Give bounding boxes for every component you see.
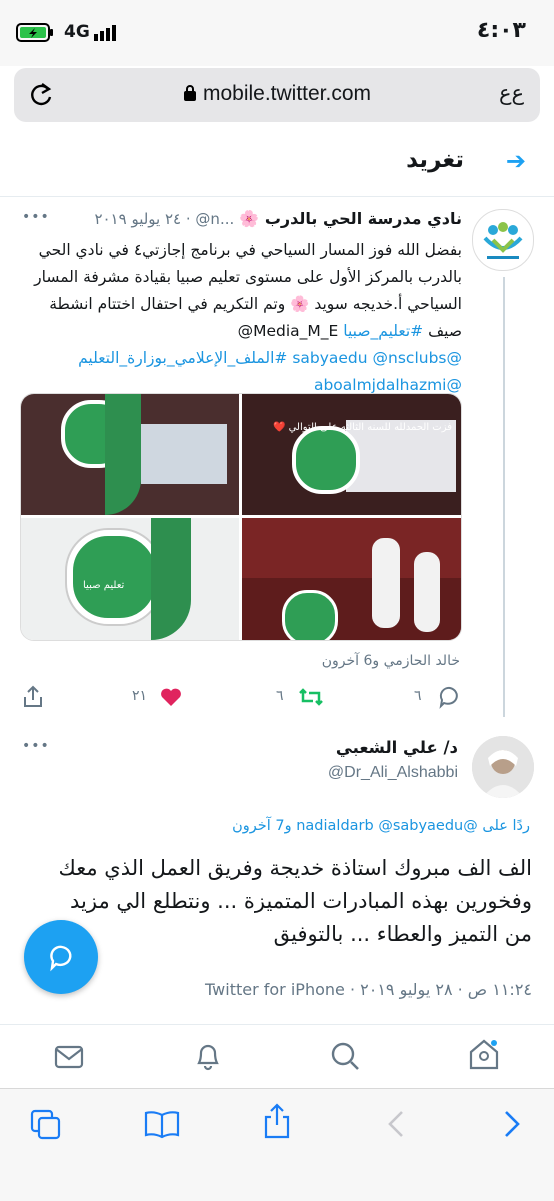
share-icon[interactable] [22, 685, 44, 709]
award-logo [282, 590, 338, 640]
browser-toolbar [0, 1088, 554, 1201]
compose-button[interactable] [24, 920, 98, 994]
page-header: تغريد ➔ [0, 133, 554, 197]
search-icon[interactable] [330, 1041, 360, 1071]
mail-icon[interactable] [54, 1045, 84, 1069]
child-figure [414, 552, 440, 632]
avatar[interactable] [472, 736, 534, 798]
profile-photo-icon [472, 736, 534, 798]
tabs-icon[interactable] [30, 1109, 62, 1141]
tweet-text-line: وفخورين بهذه المبادرات المتميزة ... ونتط… [70, 889, 532, 913]
award-logo [292, 426, 360, 494]
tagged-users[interactable]: خالد الحازمي و6 آخرون [60, 653, 460, 669]
retweet-count: ٦ [276, 688, 284, 704]
media-photo[interactable]: تعليم صبيا [21, 518, 239, 640]
screen-image [141, 424, 227, 484]
url-domain[interactable]: mobile.twitter.com [14, 82, 540, 106]
author-name[interactable]: نادي مدرسة الحي بالدرب 🌸 [239, 209, 462, 228]
network-label: 4G [64, 22, 90, 42]
school-logo-icon [483, 222, 523, 259]
url-text: mobile.twitter.com [202, 82, 372, 105]
bell-icon[interactable] [194, 1041, 222, 1071]
reply-count: ٦ [414, 688, 422, 704]
tweet-text-line: السياحي أ.خديجه سويد 🌸 وتم التكريم في اح… [49, 295, 462, 313]
avatar[interactable] [472, 209, 534, 271]
heart-icon[interactable] [160, 687, 182, 707]
status-bar: 4G ٤:٠٣ [0, 0, 554, 66]
share-icon[interactable] [262, 1103, 292, 1139]
award-logo [67, 530, 161, 624]
tweet-1[interactable]: نادي مدرسة الحي بالدرب 🌸 ...n@ · ٢٤ يولي… [0, 197, 554, 717]
tweet-text-line: الف الف مبروك استاذة خديجة وفريق العمل ا… [58, 856, 532, 880]
hashtag-link[interactable]: #تعليم_صبيا [343, 322, 423, 340]
lock-icon [183, 85, 196, 101]
author-handle[interactable]: @Dr_Ali_Alshabbi [328, 764, 458, 782]
bookmarks-icon[interactable] [144, 1109, 180, 1139]
chat-bubble-icon [50, 945, 72, 972]
tweet-text-line: صيف #تعليم_صبيا Media_M_E@ [14, 318, 462, 345]
retweet-icon[interactable] [298, 686, 324, 708]
tweet-meta: ...n@ · ٢٤ يوليو ٢٠١٩ [94, 210, 235, 228]
mention-link[interactable]: Media_M_E@ [238, 322, 344, 340]
like-count: ٢١ [132, 688, 148, 704]
text-size-button[interactable]: ﻉﻉ [499, 81, 524, 105]
award-badge-text: تعليم صبيا [83, 580, 125, 591]
reply-context[interactable]: ردًا على @nadialdarb @sabyaedu و7 آخرون [30, 818, 530, 834]
tweet-body: بفضل الله فوز المسار السياحي في برنامج إ… [14, 237, 462, 399]
tweet-header: نادي مدرسة الحي بالدرب 🌸 ...n@ · ٢٤ يولي… [22, 209, 462, 228]
media-photo[interactable]: فزت الحمدلله للسنه الثالثه على التوالي ❤… [242, 394, 461, 515]
author-name[interactable]: د/ علي الشعبي [158, 738, 458, 757]
twitter-bottom-nav [0, 1024, 554, 1089]
media-grid[interactable]: فزت الحمدلله للسنه الثالثه على التوالي ❤… [20, 393, 462, 641]
media-photo[interactable] [21, 394, 239, 515]
address-bar[interactable]: mobile.twitter.com ﻉﻉ [14, 68, 540, 122]
home-icon[interactable] [468, 1037, 500, 1071]
tweet-timestamp[interactable]: ١١:٢٤ ص · ٢٨ يوليو ٢٠١٩ · Twitter for iP… [92, 980, 532, 999]
thread-line [503, 277, 505, 717]
page-title: تغريد [406, 147, 464, 173]
media-caption: فزت الحمدلله للسنه الثالثه على التوالي ❤… [272, 422, 452, 433]
tweet-text-line: بفضل الله فوز المسار السياحي في برنامج إ… [38, 241, 462, 259]
clock: ٤:٠٣ [476, 18, 526, 43]
forward-chevron-icon[interactable] [502, 1109, 522, 1139]
award-stand [105, 394, 141, 515]
signal-icon [94, 25, 116, 41]
more-options-icon[interactable]: ••• [22, 738, 50, 754]
back-chevron-icon[interactable] [386, 1109, 406, 1139]
tweet-actions: ٢١ ٦ ٦ [0, 681, 554, 717]
mentions-line[interactable]: @sabyaedu @nsclubs #الملف_الإعلامي_بوزار… [14, 345, 462, 372]
child-figure [372, 538, 400, 628]
tweet-text-line: بالدرب بالمركز الأول على مستوى تعليم صبي… [34, 268, 462, 286]
media-photo[interactable] [242, 518, 461, 640]
reply-icon[interactable] [438, 685, 462, 709]
text-fragment: صيف [423, 322, 462, 340]
back-arrow-icon[interactable]: ➔ [506, 147, 526, 175]
more-options-icon[interactable]: ••• [22, 209, 50, 225]
battery-icon [16, 23, 53, 42]
award-stand [151, 518, 191, 640]
